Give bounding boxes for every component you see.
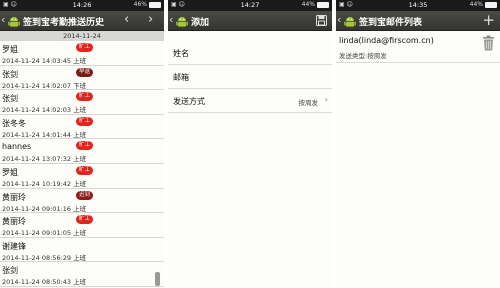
back-arrow-icon[interactable]: ‹: [337, 13, 341, 26]
status-bar: ▣ ☺ 14:26 46%: [0, 0, 164, 11]
back-arrow-icon[interactable]: ‹: [1, 13, 5, 26]
field-label: 发送方式: [173, 97, 205, 106]
back-arrow-icon[interactable]: ‹: [169, 13, 173, 26]
form-field[interactable]: 发送方式 按周发 ›: [168, 89, 332, 113]
page-title: 签到宝考勤推送历史: [23, 18, 105, 28]
employee-name: 黄丽玲: [2, 217, 26, 227]
battery-icon: [149, 2, 161, 8]
android-logo-icon: [344, 17, 356, 27]
date-header: 2014-11-24: [0, 31, 164, 41]
status-bar: ▣ ☺ 14:35 44%: [336, 0, 500, 11]
status-bar: ▣ ☺ 14:27 44%: [168, 0, 332, 11]
list-item[interactable]: 张剑 2014-11-24 08:50:43 上班: [0, 262, 164, 287]
employee-name: 张剑: [2, 266, 18, 276]
battery-icon: [485, 2, 497, 8]
battery-percent: 44%: [469, 1, 483, 8]
android-logo-icon: [8, 17, 20, 27]
add-button[interactable]: +: [482, 11, 495, 29]
title-bar: ‹ 签到宝邮件列表 +: [336, 11, 500, 31]
form-spacer: [168, 31, 332, 41]
status-badge: 旷工: [76, 43, 94, 52]
list-item[interactable]: hannes 2014-11-24 13:07:32 上班 旷工: [0, 139, 164, 164]
battery-icon: [317, 2, 329, 8]
record-list: 罗姐 2014-11-24 14:03:45 上班 旷工 张剑 2014-11-24 1…: [0, 41, 164, 287]
chevron-right-icon: ›: [324, 95, 328, 104]
status-badge: 迟到: [76, 190, 94, 200]
employee-name: 罗姐: [2, 45, 18, 54]
send-type: 发送类型:按周发: [339, 52, 387, 60]
record-datetime: 2014-11-24 08:50:43 上班: [2, 278, 87, 287]
title-bar: ‹ 签到宝考勤推送历史 ‹ ›: [0, 11, 164, 31]
mail-list: linda(linda@firscom.cn) 发送类型:按周发: [336, 31, 500, 63]
form-field[interactable]: 姓名: [168, 41, 332, 65]
record-datetime: 2014-11-24 09:01:16 上班: [2, 204, 87, 213]
list-item[interactable]: 张剑 2014-11-24 14:02:07 下班 早退: [0, 66, 164, 91]
field-label: 邮箱: [173, 73, 189, 82]
android-logo-icon: [176, 17, 188, 27]
page-title: 添加: [191, 18, 210, 28]
record-datetime: 2014-11-24 10:19:42 上班: [2, 179, 87, 188]
list-item[interactable]: 张冬冬 2014-11-24 14:01:44 上班 旷工: [0, 115, 164, 140]
status-badge: 旷工: [76, 92, 94, 102]
save-disk-icon[interactable]: [316, 15, 327, 26]
title-bar: ‹ 添加: [168, 11, 332, 31]
page-title: 签到宝邮件列表: [359, 18, 423, 28]
battery-percent: 46%: [133, 1, 147, 8]
field-label: 姓名: [173, 49, 189, 58]
employee-name: 张剑: [2, 69, 18, 79]
battery-percent: 44%: [301, 1, 315, 8]
add-recipient-screen: ▣ ☺ 14:27 44% ‹ 添加 姓名邮箱发送方式 按周发 ›: [168, 0, 332, 288]
recipient-address: linda(linda@firscom.cn): [339, 36, 434, 45]
record-datetime: 2014-11-24 14:02:07 下班: [2, 81, 87, 90]
field-value: 按周发: [298, 99, 319, 107]
employee-name: 罗姐: [2, 167, 18, 177]
list-item[interactable]: 黄丽玲 2014-11-24 09:01:05 上班 旷工: [0, 213, 164, 238]
list-item[interactable]: 谢建锋 2014-11-24 08:56:29 上班: [0, 238, 164, 263]
form-field[interactable]: 邮箱: [168, 65, 332, 89]
list-item[interactable]: 黄丽玲 2014-11-24 09:01:16 上班 迟到: [0, 189, 164, 214]
record-datetime: 2014-11-24 14:02:03 上班: [2, 106, 87, 115]
record-datetime: 2014-11-24 09:01:05 上班: [2, 229, 87, 238]
status-badge: 旷工: [76, 116, 94, 126]
list-item[interactable]: 罗姐 2014-11-24 14:03:45 上班 旷工: [0, 41, 164, 66]
status-badge: 早退: [76, 67, 94, 77]
list-item[interactable]: 张剑 2014-11-24 14:02:03 上班 旷工: [0, 90, 164, 115]
list-item[interactable]: 罗姐 2014-11-24 10:19:42 上班 旷工: [0, 164, 164, 189]
employee-name: 张冬冬: [2, 118, 26, 128]
mail-list-screen: ▣ ☺ 14:35 44% ‹ 签到宝邮件列表 + linda(linda@fi…: [336, 0, 500, 288]
employee-name: hannes: [2, 142, 32, 152]
mail-item[interactable]: linda(linda@firscom.cn) 发送类型:按周发: [336, 31, 500, 63]
record-datetime: 2014-11-24 08:56:29 上班: [2, 253, 87, 262]
status-badge: 旷工: [76, 165, 94, 175]
status-badge: 旷工: [76, 141, 94, 151]
attendance-history-screen: ▣ ☺ 14:26 46% ‹ 签到宝考勤推送历史 ‹ › 2014-11-24…: [0, 0, 164, 288]
prev-day-button[interactable]: ‹: [124, 12, 129, 27]
record-datetime: 2014-11-24 14:03:45 上班: [2, 57, 87, 65]
trash-can-icon[interactable]: [482, 35, 495, 51]
next-day-button[interactable]: ›: [148, 12, 153, 27]
recipient-form: 姓名邮箱发送方式 按周发 ›: [168, 41, 332, 113]
record-datetime: 2014-11-24 13:07:32 上班: [2, 155, 87, 164]
employee-name: 张剑: [2, 94, 18, 104]
employee-name: 谢建锋: [2, 241, 26, 251]
record-datetime: 2014-11-24 14:01:44 上班: [2, 130, 87, 139]
status-badge: 旷工: [76, 215, 94, 225]
employee-name: 黄丽玲: [2, 192, 26, 202]
scrollbar[interactable]: [155, 272, 160, 286]
